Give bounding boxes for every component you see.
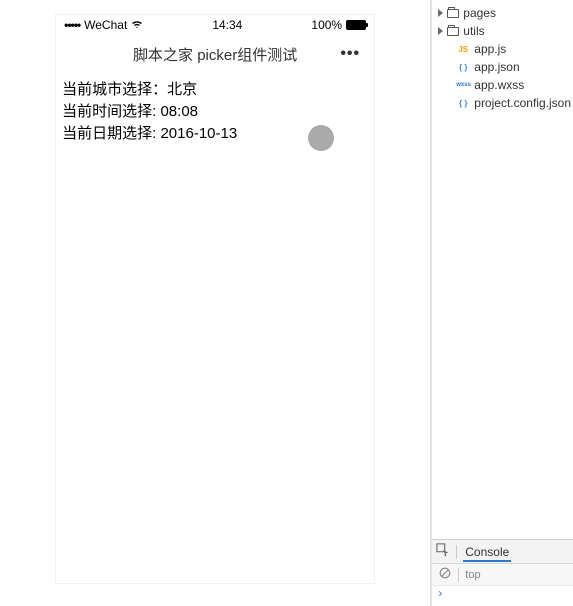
time-label: 当前时间选择: xyxy=(62,103,160,120)
chevron-right-icon xyxy=(438,9,443,17)
time-value: 08:08 xyxy=(160,103,198,120)
console-tabs: Console xyxy=(432,540,573,564)
context-selector[interactable]: top xyxy=(465,569,480,581)
tree-file[interactable]: { } project.config.json xyxy=(434,94,571,112)
more-button[interactable]: ••• xyxy=(340,45,360,63)
clock-label: 14:34 xyxy=(212,18,242,32)
tab-console[interactable]: Console xyxy=(463,542,511,562)
city-row[interactable]: 当前城市选择：北京 xyxy=(62,79,368,101)
tree-file[interactable]: JS app.js xyxy=(434,40,571,58)
phone-frame: ••••• WeChat 14:34 100% 脚本之家 picker组件测试 … xyxy=(55,14,375,584)
wxss-file-icon: wxss xyxy=(456,82,470,88)
file-label: app.wxss xyxy=(474,78,524,92)
file-tree[interactable]: pages utils JS app.js { } app.json wxss … xyxy=(432,0,573,539)
prompt-icon: › xyxy=(438,586,442,600)
json-file-icon: { } xyxy=(456,63,470,72)
folder-label: pages xyxy=(463,6,496,20)
tree-file[interactable]: wxss app.wxss xyxy=(434,76,571,94)
js-file-icon: JS xyxy=(456,45,470,54)
inspect-icon[interactable] xyxy=(436,543,450,560)
tree-folder-utils[interactable]: utils xyxy=(434,22,571,40)
status-bar: ••••• WeChat 14:34 100% xyxy=(56,15,374,35)
city-label: 当前城市选择： xyxy=(62,81,167,98)
console-panel: Console top › xyxy=(432,539,573,606)
tree-folder-pages[interactable]: pages xyxy=(434,4,571,22)
separator xyxy=(456,545,457,559)
status-right: 100% xyxy=(311,18,366,32)
signal-dots-icon: ••••• xyxy=(64,18,80,32)
folder-icon xyxy=(447,27,459,36)
tree-file[interactable]: { } app.json xyxy=(434,58,571,76)
console-input[interactable]: › xyxy=(432,586,573,606)
battery-icon xyxy=(346,20,366,30)
file-label: app.js xyxy=(474,42,506,56)
status-left: ••••• WeChat xyxy=(64,18,143,32)
city-value: 北京 xyxy=(167,81,197,98)
folder-icon xyxy=(447,9,459,18)
battery-percent: 100% xyxy=(311,18,342,32)
file-label: app.json xyxy=(474,60,519,74)
touch-indicator-icon xyxy=(308,125,334,151)
page-title: 脚本之家 picker组件测试 xyxy=(133,44,297,65)
folder-label: utils xyxy=(463,24,484,38)
separator xyxy=(458,568,459,582)
side-panel: pages utils JS app.js { } app.json wxss … xyxy=(431,0,573,606)
date-value: 2016-10-13 xyxy=(160,125,237,142)
carrier-label: WeChat xyxy=(84,18,127,32)
wifi-icon xyxy=(131,19,143,32)
console-filter-bar: top xyxy=(432,564,573,586)
clear-console-icon[interactable] xyxy=(438,566,452,583)
nav-bar: 脚本之家 picker组件测试 ••• xyxy=(56,35,374,73)
time-row[interactable]: 当前时间选择: 08:08 xyxy=(62,101,368,123)
simulator-pane: ••••• WeChat 14:34 100% 脚本之家 picker组件测试 … xyxy=(0,0,431,606)
file-label: project.config.json xyxy=(474,96,571,110)
chevron-right-icon xyxy=(438,27,443,35)
json-file-icon: { } xyxy=(456,99,470,108)
date-label: 当前日期选择: xyxy=(62,125,160,142)
